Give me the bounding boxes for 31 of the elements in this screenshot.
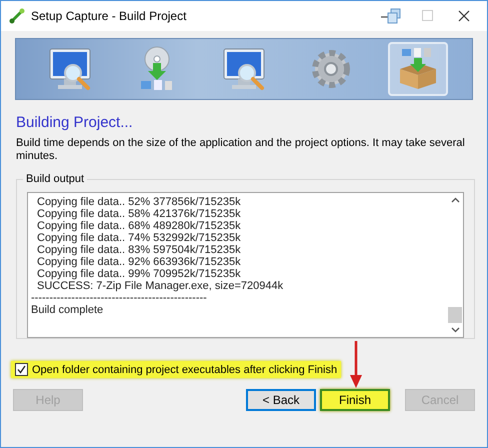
back-button[interactable]: < Back [246,389,316,411]
checkbox-label: Open folder containing project executables after clicking Finish [32,364,338,376]
checkbox-box[interactable] [15,363,28,376]
monitor-search-icon [49,48,90,90]
disc-install-icon [140,46,172,90]
window-title: Setup Capture - Build Project [31,9,188,23]
monitor-search-icon [223,48,264,90]
scroll-down-icon[interactable] [450,327,460,333]
log-line: ------------------------------------------------ [31,292,208,304]
package-icon [400,48,436,89]
wizard-step[interactable] [388,42,448,96]
open-folder-checkbox[interactable]: Open folder containing project executables after clicking Finish [11,361,342,378]
scroll-up-icon[interactable] [450,197,460,203]
page-heading: Building Project... [16,114,134,131]
log-line: Copying file data.. 99% 709952k/715235k [36,268,242,280]
log-line: Copying file data.. 83% 597504k/715235k [36,244,242,256]
close-icon[interactable] [458,10,470,22]
app-logo-icon [9,8,25,24]
maximize-icon[interactable] [422,10,434,22]
log-line: Build complete [31,304,104,316]
description-text: Build time depends on the size of the application and the project options. It may take several minutes. [16,137,466,163]
log-line: Copying file data.. 58% 421376k/715235k [36,208,242,220]
log-line: SUCCESS: 7-Zip File Manager.exe, size=720944k [36,280,284,292]
log-line: Copying file data.. 68% 489280k/715235k [36,220,242,232]
log-line: Copying file data.. 74% 532992k/715235k [36,232,242,244]
restore-icon[interactable] [381,8,403,24]
scroll-thumb[interactable] [448,307,462,323]
group-label: Build output [23,173,88,185]
log-line: Copying file data.. 52% 377856k/715235k [36,196,242,208]
log-line: Copying file data.. 92% 663936k/715235k [36,256,242,268]
gear-icon [312,50,350,88]
